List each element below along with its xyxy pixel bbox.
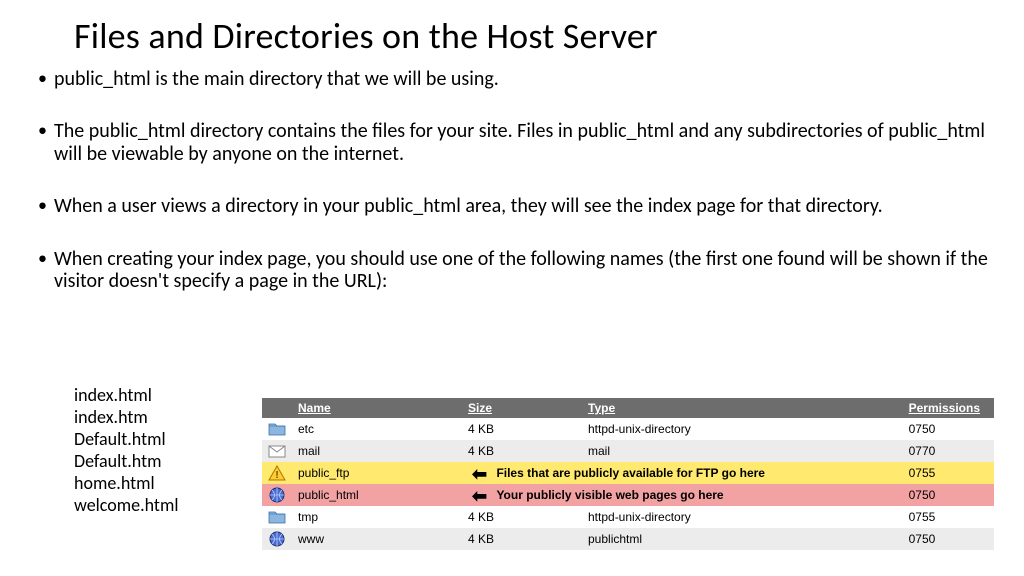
folder-icon bbox=[262, 418, 292, 440]
bullet-list: • public_html is the main directory that… bbox=[0, 58, 1024, 292]
index-filename: home.html bbox=[74, 473, 178, 495]
cell-type: mail bbox=[582, 440, 903, 462]
bullet-dot: • bbox=[36, 248, 54, 293]
table-row[interactable]: mail4 KBmail0770 bbox=[262, 440, 994, 462]
globe-icon bbox=[262, 528, 292, 550]
cell-name[interactable]: public_ftp bbox=[292, 462, 462, 484]
file-listing-table: Name Size Type Permissions etc4 KBhttpd-… bbox=[262, 398, 994, 550]
cell-permissions: 0750 bbox=[903, 418, 994, 440]
highlight-text: Your publicly visible web pages go here bbox=[496, 488, 723, 502]
cell-type: httpd-unix-directory bbox=[582, 418, 903, 440]
index-filename: index.htm bbox=[74, 407, 178, 429]
bullet-text: public_html is the main directory that w… bbox=[54, 68, 994, 90]
cell-permissions: 0750 bbox=[903, 528, 994, 550]
table-row[interactable]: www4 KBpublichtml0750 bbox=[262, 528, 994, 550]
cell-name[interactable]: www bbox=[292, 528, 462, 550]
cell-permissions: 0755 bbox=[903, 462, 994, 484]
cell-permissions: 0755 bbox=[903, 506, 994, 528]
header-size[interactable]: Size bbox=[462, 398, 582, 418]
index-filenames-list: index.html index.htm Default.html Defaul… bbox=[0, 383, 178, 517]
index-filename: Default.htm bbox=[74, 451, 178, 473]
mail-icon bbox=[262, 440, 292, 462]
cell-size: 4 KB bbox=[462, 440, 582, 462]
globe-icon bbox=[262, 484, 292, 506]
svg-text:!: ! bbox=[275, 470, 278, 481]
table-header-row: Name Size Type Permissions bbox=[262, 398, 994, 418]
highlight-text: Files that are publicly available for FT… bbox=[496, 466, 765, 480]
header-name[interactable]: Name bbox=[292, 398, 462, 418]
index-filename: welcome.html bbox=[74, 495, 178, 517]
cell-name[interactable]: tmp bbox=[292, 506, 462, 528]
bullet-item: • The public_html directory contains the… bbox=[36, 120, 994, 165]
folder-icon bbox=[262, 506, 292, 528]
bullet-dot: • bbox=[36, 120, 54, 165]
arrow-left-icon: ⬅ bbox=[472, 491, 487, 501]
bullet-dot: • bbox=[36, 68, 54, 90]
header-type[interactable]: Type bbox=[582, 398, 903, 418]
bullet-text: When a user views a directory in your pu… bbox=[54, 195, 994, 217]
bullet-item: • public_html is the main directory that… bbox=[36, 68, 994, 90]
cell-type: publichtml bbox=[582, 528, 903, 550]
bullet-item: • When a user views a directory in your … bbox=[36, 195, 994, 217]
index-filename: index.html bbox=[74, 385, 178, 407]
table-row[interactable]: !public_ftp⬅ Files that are publicly ava… bbox=[262, 462, 994, 484]
table-row[interactable]: tmp4 KBhttpd-unix-directory0755 bbox=[262, 506, 994, 528]
table-row[interactable]: public_html⬅ Your publicly visible web p… bbox=[262, 484, 994, 506]
table-row[interactable]: etc4 KBhttpd-unix-directory0750 bbox=[262, 418, 994, 440]
cell-size: 4 KB bbox=[462, 506, 582, 528]
arrow-left-icon: ⬅ bbox=[472, 469, 487, 479]
cell-description: ⬅ Your publicly visible web pages go her… bbox=[462, 484, 903, 506]
cell-description: ⬅ Files that are publicly available for … bbox=[462, 462, 903, 484]
cell-name[interactable]: etc bbox=[292, 418, 462, 440]
warn-icon: ! bbox=[262, 462, 292, 484]
cell-name[interactable]: mail bbox=[292, 440, 462, 462]
header-icon bbox=[262, 398, 292, 418]
page-title: Files and Directories on the Host Server bbox=[0, 0, 1024, 58]
cell-size: 4 KB bbox=[462, 528, 582, 550]
cell-permissions: 0750 bbox=[903, 484, 994, 506]
header-permissions[interactable]: Permissions bbox=[903, 398, 994, 418]
bullet-text: The public_html directory contains the f… bbox=[54, 120, 994, 165]
cell-type: httpd-unix-directory bbox=[582, 506, 903, 528]
bullet-item: • When creating your index page, you sho… bbox=[36, 248, 994, 293]
cell-name[interactable]: public_html bbox=[292, 484, 462, 506]
bullet-dot: • bbox=[36, 195, 54, 217]
cell-permissions: 0770 bbox=[903, 440, 994, 462]
cell-size: 4 KB bbox=[462, 418, 582, 440]
bullet-text: When creating your index page, you shoul… bbox=[54, 248, 994, 293]
index-filename: Default.html bbox=[74, 429, 178, 451]
